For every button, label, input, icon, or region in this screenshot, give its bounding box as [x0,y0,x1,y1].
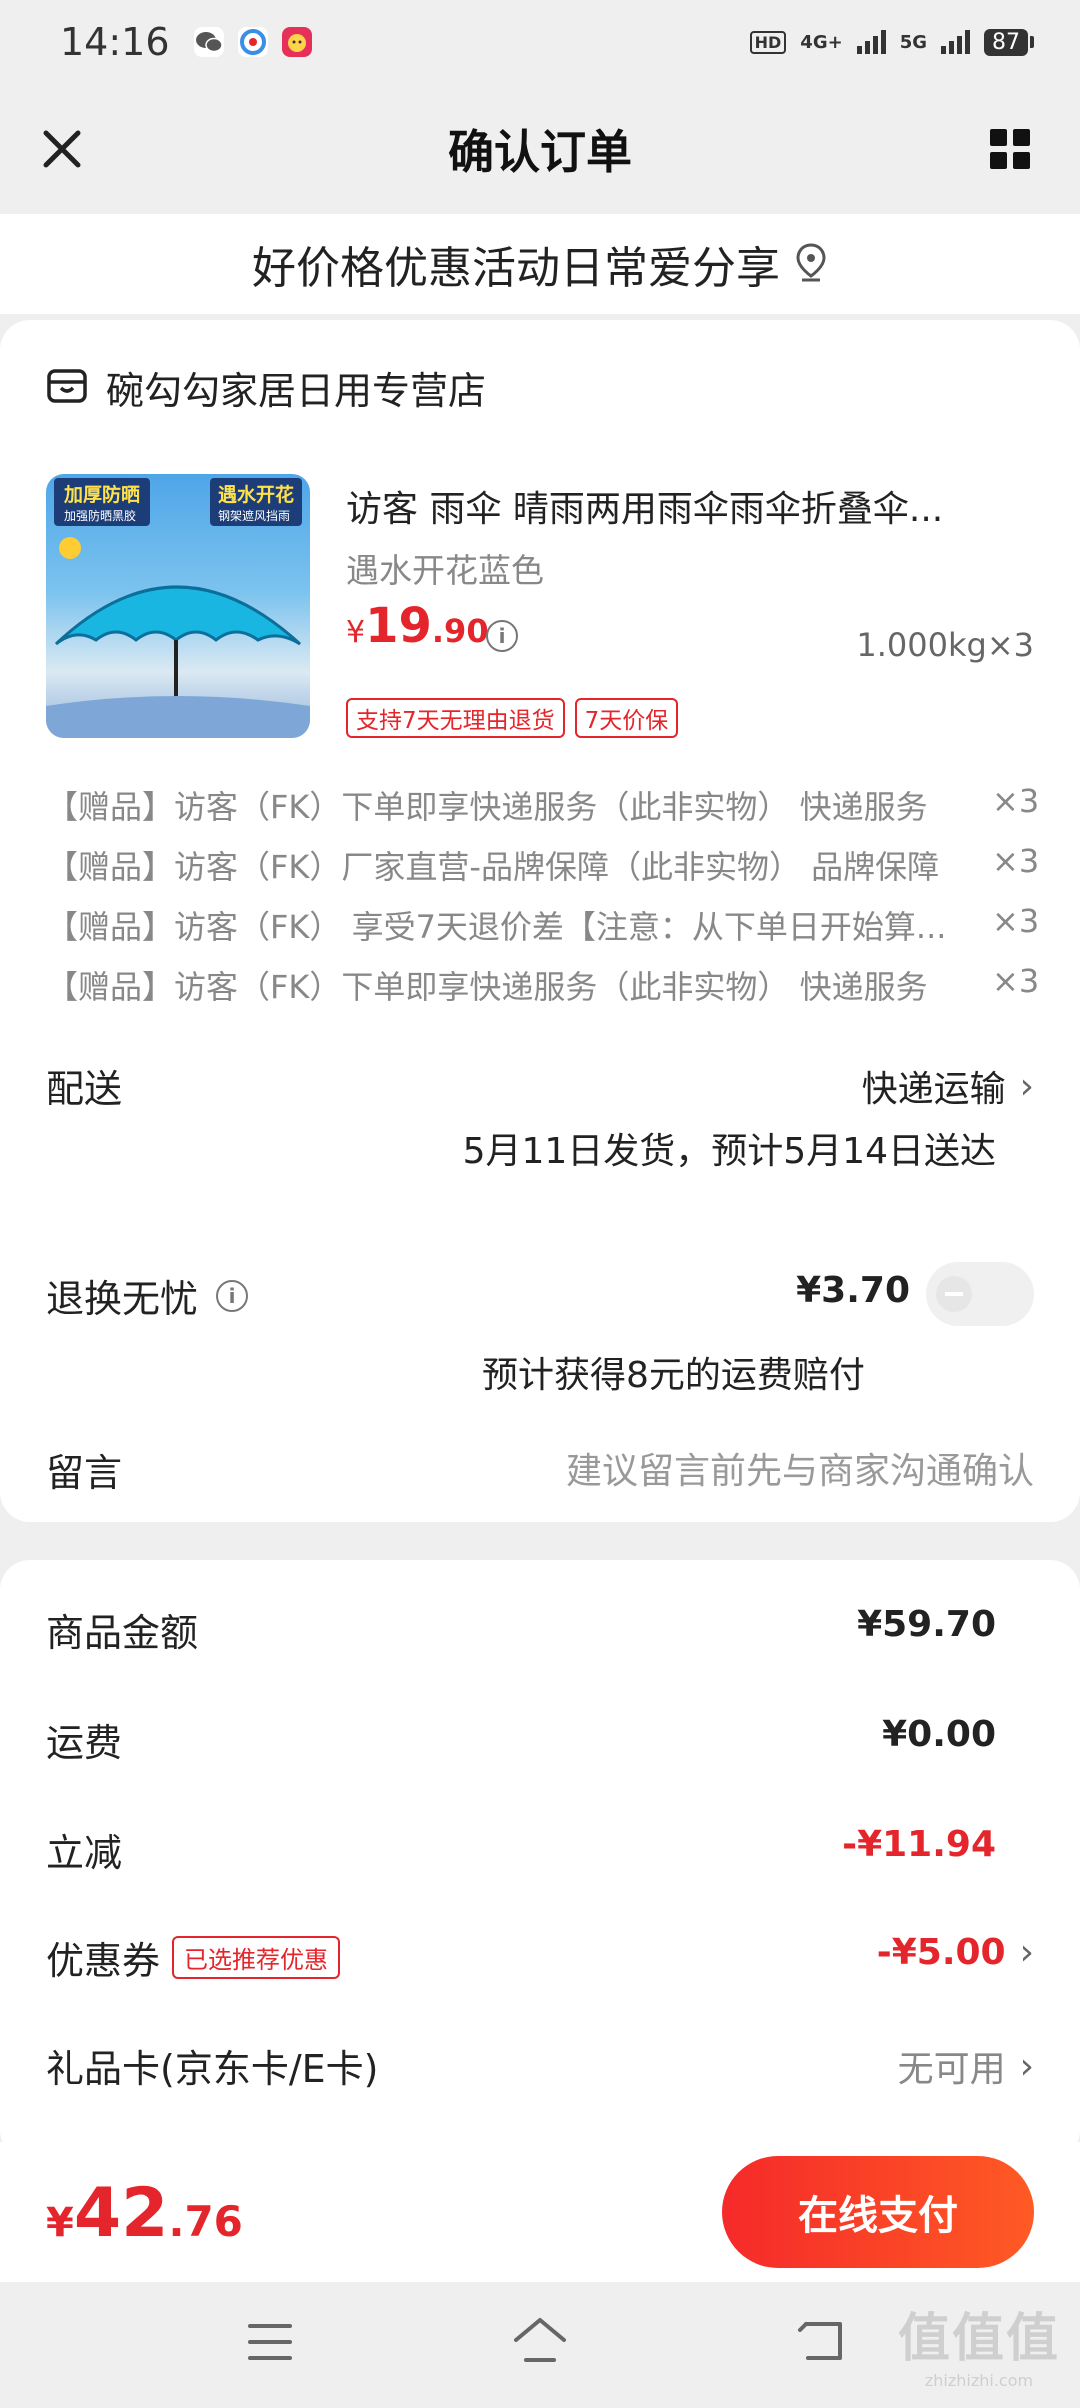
network-5g-label: 5G [899,31,927,53]
banner-text: 好价格优惠活动日常爱分享 [252,243,780,294]
giftcard-select-button[interactable]: 无可用 › [898,2040,1034,2092]
pay-online-button[interactable]: 在线支付 [722,2156,1034,2268]
return-worry-row: 退换无忧 i [46,1268,249,1323]
gift-item: 【赠品】访客（FK）厂家直营-品牌保障（此非实物） 品牌保障 ×3 [46,842,1040,886]
umbrella-icon [46,537,310,738]
tag-7day-return: 支持7天无理由退货 [346,698,565,738]
product-tags: 支持7天无理由退货 7天价保 [346,698,679,738]
delivery-method: 快递运输 [861,1069,1006,1110]
page-title: 确认订单 [448,125,632,179]
product-spec: 遇水开花蓝色 [346,551,544,590]
chevron-right-icon: › [1019,2045,1034,2087]
home-icon[interactable] [510,2314,570,2366]
coupon-label: 优惠券 [46,1939,161,1983]
signal-icon [856,30,886,54]
total-price: ¥42.76 [46,2174,243,2253]
freight-label: 运费 [46,1721,123,1765]
tag-price-protect: 7天价保 [574,698,679,738]
grid-menu-icon[interactable] [990,129,1030,169]
coupon-badge: 已选推荐优惠 [172,1936,341,1979]
chevron-right-icon: › [1019,1065,1034,1107]
back-icon[interactable] [796,2316,850,2366]
status-right: HD 4G+ 5G 87 [749,28,1034,56]
battery-level: 87 [984,28,1028,56]
close-icon[interactable] [30,117,94,181]
message-label: 留言 [46,1451,123,1495]
delivery-method-button[interactable]: 快递运输 › [862,1060,1034,1112]
coupon-row-label: 优惠券 已选推荐优惠 [46,1930,341,1985]
promo-banner[interactable]: 好价格优惠活动日常爱分享 [0,214,1080,314]
status-bar: 14:16 HD 4G+ 5G 87 [0,0,1080,84]
shop-icon [46,366,88,410]
product-title[interactable]: 访客 雨伞 晴雨两用雨伞雨伞折叠伞... [346,480,1036,532]
discount-value: -¥11.94 [842,1824,996,1865]
product-price: ¥19.90 [346,598,489,654]
return-worry-label: 退换无忧 [46,1277,199,1321]
watermark: 值值值 zhizhizhi.com [897,2309,1060,2390]
app-circle-icon [237,27,268,57]
product-weight-qty: 1.000kg×3 [856,626,1034,664]
shop-header[interactable]: 碗勾勾家居日用专营店 [46,360,486,415]
payment-bar: ¥42.76 在线支付 [0,2142,1080,2282]
message-input[interactable]: 建议留言前先与商家沟通确认 [566,1442,1034,1494]
network-4g-label: 4G+ [800,31,843,53]
giftcard-label: 礼品卡(京东卡/E卡) [46,2047,379,2091]
shop-name: 碗勾勾家居日用专营店 [106,369,487,413]
delivery-label: 配送 [46,1067,123,1111]
coupon-value: -¥5.00 [876,1932,1006,1973]
giftcard-value: 无可用 [897,2049,1006,2090]
hd-icon: HD [749,30,787,54]
chevron-right-icon: › [1019,1932,1034,1973]
info-icon[interactable]: i [216,1279,249,1312]
app-mascot-icon [281,27,312,57]
freight-value: ¥0.00 [882,1714,996,1755]
wechat-icon [193,27,224,57]
gift-item: 【赠品】访客（FK）下单即享快递服务（此非实物） 快递服务 ×3 [46,782,1040,826]
order-card: 碗勾勾家居日用专营店 加厚防晒 加强防晒黑胶 遇水开花 钢架遮风挡雨 访客 雨伞 晴… [0,320,1080,1522]
notification-icons [193,27,312,57]
goods-amount-value: ¥59.70 [857,1604,996,1645]
return-worry-toggle[interactable] [926,1262,1034,1326]
goods-amount-label: 商品金额 [46,1611,199,1655]
coupon-select-button[interactable]: -¥5.00 › [877,1932,1034,1973]
product-image[interactable]: 加厚防晒 加强防晒黑胶 遇水开花 钢架遮风挡雨 [46,474,310,738]
delivery-schedule: 5月11日发货，预计5月14日送达 [462,1131,996,1172]
price-info-icon[interactable]: i [486,620,518,652]
return-worry-price: ¥3.70 [796,1270,910,1311]
status-time: 14:16 [60,20,170,64]
signal-icon-2 [941,30,970,54]
battery-icon: 87 [984,28,1034,56]
location-pin-icon [794,242,828,286]
navigation-bar: 确认订单 [0,84,1080,214]
gift-item: 【赠品】访客（FK）下单即享快递服务（此非实物） 快递服务 ×3 [46,962,1040,1006]
menu-icon[interactable] [246,2320,294,2364]
discount-label: 立减 [46,1831,123,1875]
return-worry-note: 预计获得8元的运费赔付 [482,1355,865,1396]
gift-item: 【赠品】访客（FK） 享受7天退价差【注意：从下单日开始算... ×3 [46,902,1040,946]
price-summary-card: 商品金额 ¥59.70 运费 ¥0.00 立减 -¥11.94 优惠券 已选推荐… [0,1560,1080,2160]
